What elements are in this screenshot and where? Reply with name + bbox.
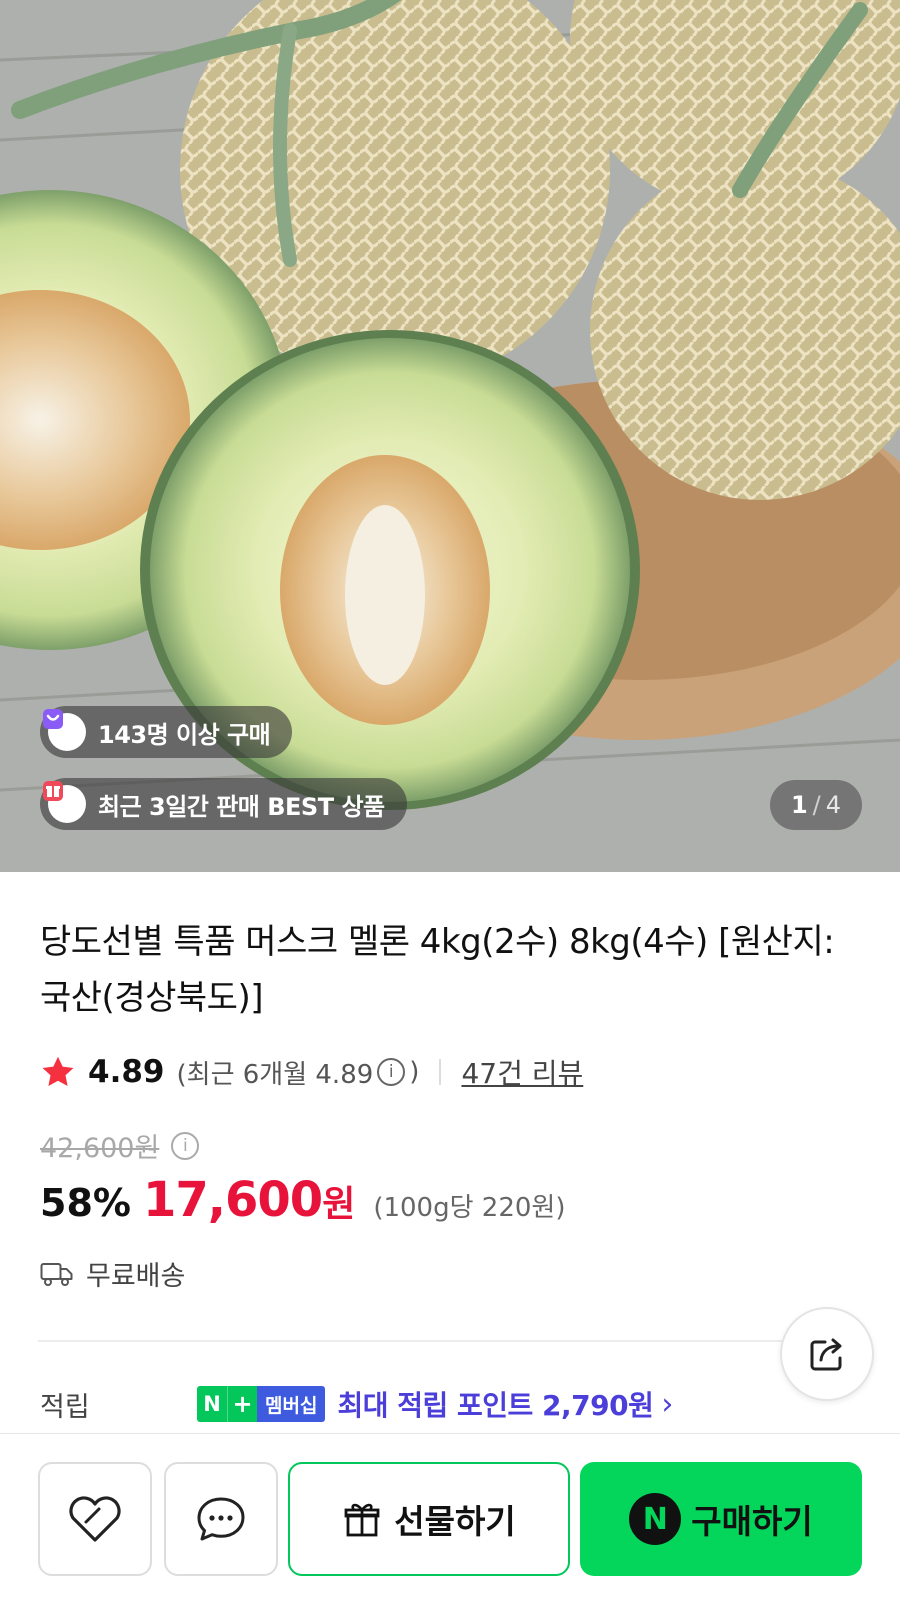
section-divider	[38, 1340, 800, 1342]
buyers-badge-text: 143명 이상 구매	[98, 720, 271, 749]
best-seller-badge: 최근 3일간 판매 BEST 상품	[40, 778, 407, 830]
shipping-row: 무료배송	[40, 1254, 185, 1293]
review-link[interactable]: 47건 리뷰	[461, 1052, 583, 1092]
recent-rating-close: )	[409, 1057, 420, 1087]
bag-icon	[43, 709, 86, 751]
buy-button-label: 구매하기	[691, 1502, 813, 1541]
chat-icon	[197, 1497, 245, 1541]
max-points-text: 최대 적립 포인트 2,790원	[337, 1389, 654, 1422]
image-counter-total: 4	[825, 791, 842, 819]
buyers-badge: 143명 이상 구매	[40, 706, 293, 758]
image-counter-separator: /	[812, 791, 821, 819]
membership-badge: N + 멤버십	[197, 1386, 326, 1422]
best-seller-badge-text: 최근 3일간 판매 BEST 상품	[98, 792, 385, 821]
product-image-carousel[interactable]: 143명 이상 구매 최근 3일간 판매 BEST 상품 1 / 4	[0, 0, 900, 872]
recent-rating-text: (최근 6개월 4.89	[176, 1059, 374, 1090]
rating-row: 4.89 (최근 6개월 4.89 i ) 47건 리뷰	[40, 1052, 583, 1092]
gift-icon	[344, 1503, 380, 1537]
info-icon[interactable]: i	[171, 1131, 200, 1160]
gift-button-label: 선물하기	[394, 1502, 516, 1541]
naver-pay-badge: N	[629, 1493, 682, 1545]
rating-score: 4.89	[88, 1054, 165, 1090]
star-icon	[42, 1056, 74, 1086]
gift-button[interactable]: 선물하기	[288, 1462, 570, 1576]
recent-rating: (최근 6개월 4.89 i )	[177, 1054, 420, 1091]
currency-label: 원	[322, 1184, 356, 1225]
membership-badge-n: N	[197, 1386, 227, 1422]
chevron-right-icon: ›	[661, 1386, 674, 1422]
points-row[interactable]: 적립 N + 멤버십 최대 적립 포인트 2,790원 ›	[40, 1384, 800, 1424]
original-price-row: 42,600원 i	[40, 1126, 203, 1165]
membership-badge-label: 멤버십	[257, 1386, 326, 1422]
membership-badge-plus: +	[227, 1386, 257, 1422]
image-counter-current: 1	[790, 791, 808, 819]
chat-button[interactable]	[164, 1462, 278, 1576]
original-price: 42,600원	[40, 1133, 160, 1164]
shipping-text: 무료배송	[86, 1261, 186, 1292]
gift-box-icon	[43, 781, 86, 823]
discount-rate: 58%	[40, 1181, 131, 1225]
info-icon[interactable]: i	[377, 1058, 406, 1086]
heart-icon	[69, 1496, 121, 1542]
points-label: 적립	[40, 1391, 90, 1423]
price-row: 58% 17,600 원 (100g당 220원)	[40, 1172, 565, 1232]
divider	[439, 1059, 442, 1085]
truck-icon	[40, 1262, 73, 1286]
bottom-action-bar: 선물하기 N 구매하기	[0, 1433, 900, 1616]
product-title: 당도선별 특품 머스크 멜론 4kg(2수) 8kg(4수) [원산지:국산(경…	[40, 922, 835, 1018]
buy-button[interactable]: N 구매하기	[580, 1462, 862, 1576]
share-icon	[810, 1338, 842, 1371]
sale-price: 17,600	[142, 1172, 323, 1228]
like-button[interactable]	[38, 1462, 152, 1576]
image-counter: 1 / 4	[770, 780, 862, 830]
unit-price: (100g당 220원)	[373, 1193, 566, 1223]
